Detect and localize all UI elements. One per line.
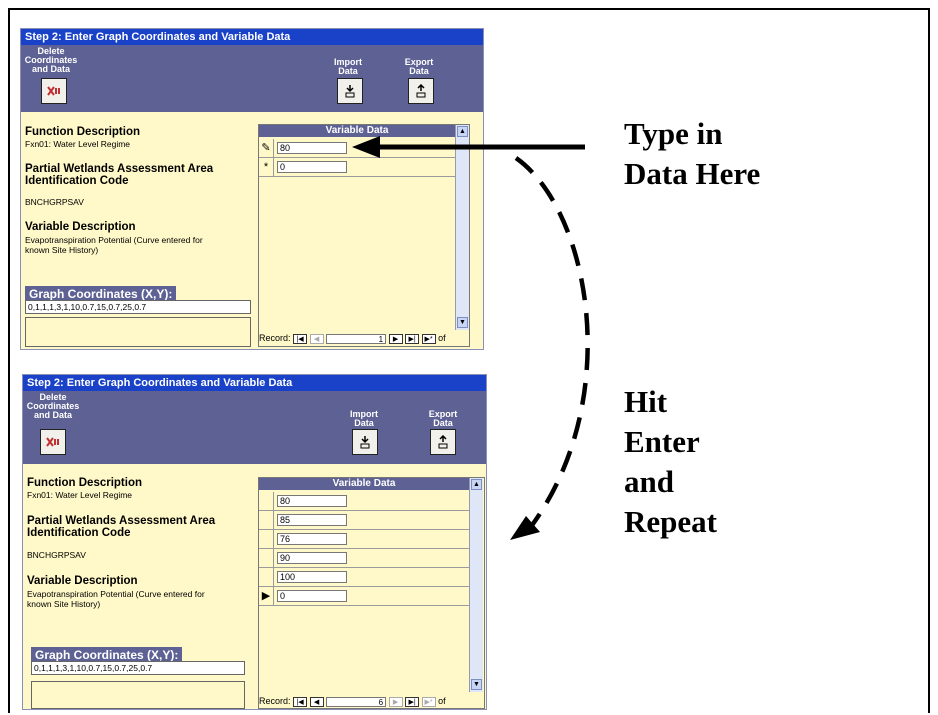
annotation-arrows bbox=[352, 136, 590, 540]
type-in-callout: Type in Data Here bbox=[624, 116, 761, 191]
type-in-arrow bbox=[352, 136, 585, 158]
repeat-dashed-arrow bbox=[510, 156, 590, 540]
hit-enter-callout: Hit Enter and Repeat bbox=[624, 384, 717, 539]
